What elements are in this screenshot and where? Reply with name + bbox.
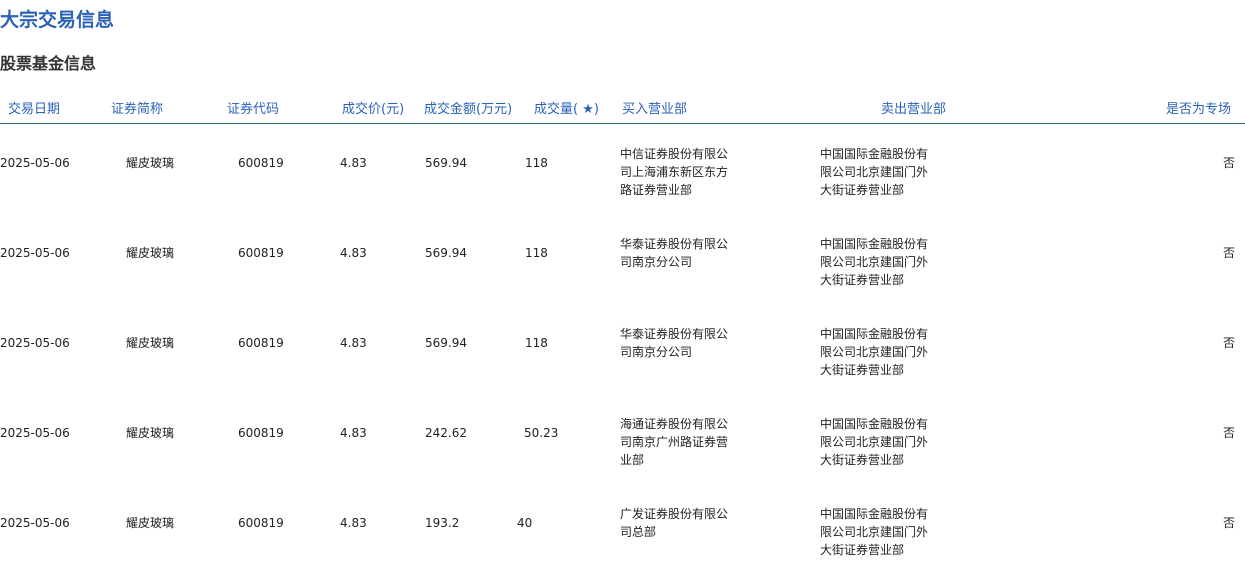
page-title: 大宗交易信息 — [0, 9, 115, 31]
cell-buyer: 海通证券股份有限公司南京广州路证券营业部 — [620, 417, 729, 467]
cell-name: 耀皮玻璃 — [126, 336, 175, 350]
table-row: 2025-05-06 耀皮玻璃 600819 4.83 193.2 40 广发证… — [0, 505, 1245, 574]
table-row: 2025-05-06 耀皮玻璃 600819 4.83 569.94 118 华… — [0, 235, 1245, 325]
page: 大宗交易信息 股票基金信息 交易日期 证券简称 证券代码 成交价(元) 成交金额… — [0, 0, 1245, 574]
section-title: 股票基金信息 — [0, 54, 97, 73]
cell-volume: 118 — [525, 156, 548, 170]
cell-buyer: 华泰证券股份有限公司南京分公司 — [620, 237, 729, 269]
cell-amount: 242.62 — [425, 426, 467, 440]
cell-seller: 中国国际金融股份有限公司北京建国门外大街证券营业部 — [820, 237, 929, 287]
cell-date: 2025-05-06 — [0, 156, 70, 170]
cell-volume: 118 — [525, 246, 548, 260]
table-header: 交易日期 证券简称 证券代码 成交价(元) 成交金额(万元) 成交量( ★) 买… — [0, 95, 1245, 124]
cell-code: 600819 — [238, 336, 284, 350]
cell-date: 2025-05-06 — [0, 246, 70, 260]
cell-volume: 40 — [517, 516, 533, 530]
cell-special: 否 — [1222, 426, 1235, 440]
cell-name: 耀皮玻璃 — [126, 516, 175, 530]
table-row: 2025-05-06 耀皮玻璃 600819 4.83 242.62 50.23… — [0, 415, 1245, 505]
cell-amount: 569.94 — [425, 336, 467, 350]
cell-seller: 中国国际金融股份有限公司北京建国门外大街证券营业部 — [820, 327, 929, 377]
cell-code: 600819 — [238, 426, 284, 440]
cell-special: 否 — [1222, 156, 1235, 170]
table-row: 2025-05-06 耀皮玻璃 600819 4.83 569.94 118 中… — [0, 145, 1245, 235]
header-price[interactable]: 成交价(元) — [342, 98, 404, 117]
cell-special: 否 — [1222, 516, 1235, 530]
cell-price: 4.83 — [340, 426, 367, 440]
cell-amount: 569.94 — [425, 156, 467, 170]
cell-amount: 193.2 — [425, 516, 460, 530]
header-code[interactable]: 证券代码 — [227, 98, 279, 117]
cell-seller: 中国国际金融股份有限公司北京建国门外大街证券营业部 — [820, 147, 929, 197]
cell-seller: 中国国际金融股份有限公司北京建国门外大街证券营业部 — [820, 507, 929, 557]
cell-date: 2025-05-06 — [0, 516, 70, 530]
cell-price: 4.83 — [340, 156, 367, 170]
cell-name: 耀皮玻璃 — [126, 156, 175, 170]
header-amount[interactable]: 成交金额(万元) — [424, 98, 512, 117]
cell-seller: 中国国际金融股份有限公司北京建国门外大街证券营业部 — [820, 417, 929, 467]
cell-special: 否 — [1222, 336, 1235, 350]
cell-code: 600819 — [238, 516, 284, 530]
header-special[interactable]: 是否为专场 — [1166, 98, 1231, 117]
cell-buyer: 中信证券股份有限公司上海浦东新区东方路证券营业部 — [620, 147, 729, 197]
cell-buyer: 广发证券股份有限公司总部 — [620, 507, 729, 539]
cell-volume: 118 — [525, 336, 548, 350]
cell-name: 耀皮玻璃 — [126, 246, 175, 260]
cell-code: 600819 — [238, 156, 284, 170]
cell-date: 2025-05-06 — [0, 336, 70, 350]
header-name[interactable]: 证券简称 — [111, 98, 163, 117]
cell-name: 耀皮玻璃 — [126, 426, 175, 440]
cell-buyer: 华泰证券股份有限公司南京分公司 — [620, 327, 729, 359]
cell-price: 4.83 — [340, 246, 367, 260]
header-date[interactable]: 交易日期 — [8, 98, 60, 117]
cell-volume: 50.23 — [524, 426, 559, 440]
cell-amount: 569.94 — [425, 246, 467, 260]
header-volume[interactable]: 成交量( ★) — [534, 98, 599, 117]
cell-price: 4.83 — [340, 336, 367, 350]
cell-date: 2025-05-06 — [0, 426, 70, 440]
header-seller[interactable]: 卖出营业部 — [881, 98, 946, 117]
table-row: 2025-05-06 耀皮玻璃 600819 4.83 569.94 118 华… — [0, 325, 1245, 415]
cell-code: 600819 — [238, 246, 284, 260]
header-buyer[interactable]: 买入营业部 — [622, 98, 687, 117]
cell-special: 否 — [1222, 246, 1235, 260]
cell-price: 4.83 — [340, 516, 367, 530]
